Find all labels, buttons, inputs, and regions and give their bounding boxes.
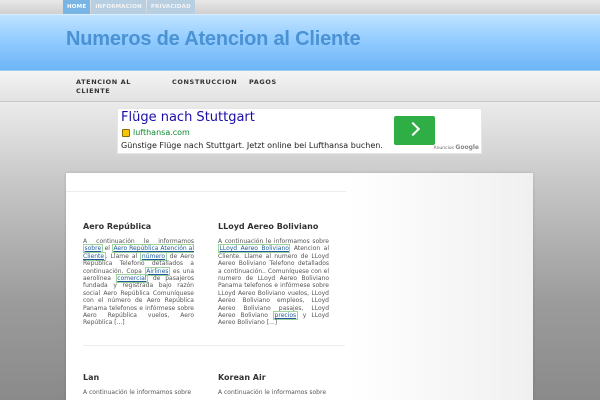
lufthansa-logo-icon [122, 128, 130, 137]
post-aero-republica: Aero República A continuación le informa… [83, 222, 194, 327]
ad-banner[interactable]: Flüge nach Stuttgart lufthansa.com Günst… [117, 108, 482, 154]
post-excerpt: A continuación le informamos sobre [218, 389, 327, 396]
post-title[interactable]: Lan [83, 373, 194, 382]
ad-go-button[interactable] [394, 116, 435, 145]
post-excerpt: A continuación le informamos sobre el Ae… [83, 238, 194, 327]
chevron-right-icon [405, 121, 421, 137]
main-nav: ATENCION AL CLIENTE CONSTRUCCION PAGOS [0, 70, 600, 102]
post-lloyd-aereo-boliviano: LLoyd Aereo Boliviano A continuación le … [218, 222, 329, 327]
ad-url[interactable]: lufthansa.com [122, 128, 190, 137]
ad-url-text[interactable]: lufthansa.com [133, 128, 190, 137]
post-title[interactable]: Korean Air [218, 373, 329, 382]
mainnav-atencion-al-cliente[interactable]: ATENCION AL CLIENTE [76, 78, 146, 96]
topnav-privacidad[interactable]: PRIVACIDAD [146, 0, 195, 14]
post-title[interactable]: Aero República [83, 222, 194, 231]
post-title[interactable]: LLoyd Aereo Boliviano [218, 222, 329, 231]
topnav-home[interactable]: HOME [63, 0, 91, 14]
row-divider [83, 345, 345, 346]
top-bar: HOME INFORMACION PRIVACIDAD [0, 0, 600, 14]
topnav-informacion[interactable]: INFORMACION [91, 0, 146, 14]
ad-choice-label: Anuncios [433, 146, 454, 151]
ad-choice-brand: Google [455, 144, 479, 151]
top-nav: HOME INFORMACION PRIVACIDAD [63, 0, 195, 14]
ad-title[interactable]: Flüge nach Stuttgart [121, 110, 255, 125]
post-korean-air: Korean Air A continuación le informamos … [218, 373, 329, 396]
post-lan: Lan A continuación le informamos sobre [83, 373, 194, 396]
post-excerpt: A continuación le informamos sobre [83, 389, 192, 396]
mainnav-pagos[interactable]: PAGOS [249, 78, 277, 87]
post-excerpt: A continuación le informamos sobre LLoyd… [218, 238, 329, 327]
ad-choices[interactable]: Anuncios Google [434, 144, 480, 151]
mainnav-construccion[interactable]: CONSTRUCCION [172, 78, 237, 87]
site-header: Numeros de Atencion al Cliente [0, 14, 600, 70]
panel-divider [66, 191, 346, 192]
content-panel: Aero República A continuación le informa… [66, 173, 533, 400]
ad-description: Günstige Flüge nach Stuttgart. Jetzt onl… [121, 141, 383, 150]
site-title[interactable]: Numeros de Atencion al Cliente [66, 28, 361, 51]
